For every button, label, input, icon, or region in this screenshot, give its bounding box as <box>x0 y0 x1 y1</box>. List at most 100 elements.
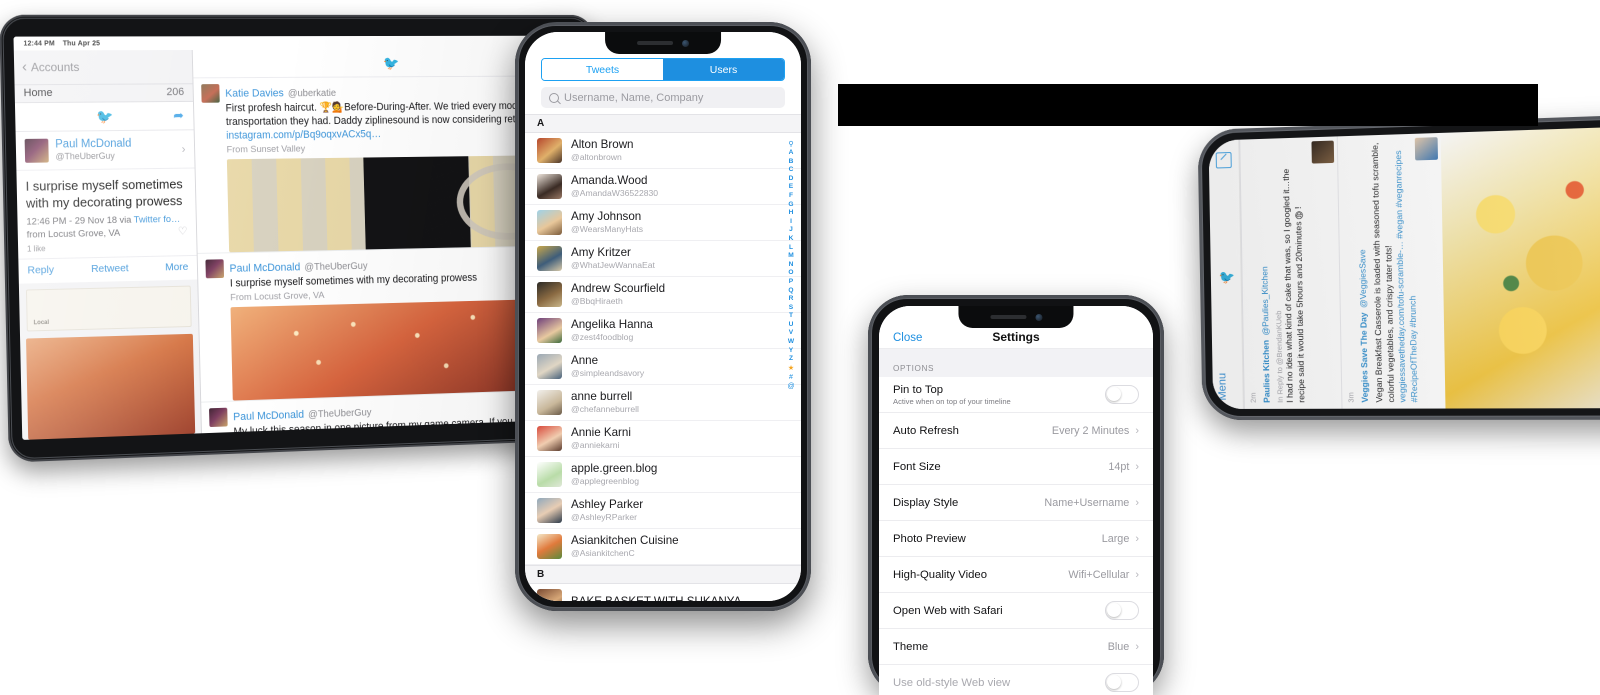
setting-row-display-style[interactable]: Display Style Name+Username › <box>879 485 1153 521</box>
index-letter[interactable]: R <box>789 295 794 304</box>
speaker-grille-icon <box>637 41 673 45</box>
index-letter[interactable]: P <box>789 278 793 287</box>
index-letter[interactable]: K <box>789 235 794 244</box>
list-item[interactable]: BAKE BASKET WITH SUKANYA <box>525 584 801 601</box>
star-icon[interactable]: ★ <box>788 364 794 373</box>
index-letter[interactable]: D <box>789 175 794 184</box>
index-letter[interactable]: H <box>789 209 794 218</box>
setting-row-theme[interactable]: Theme Blue › <box>879 629 1153 665</box>
list-item[interactable]: Ashley Parker @AshleyRParker <box>525 493 801 529</box>
compose-icon[interactable] <box>1216 152 1232 169</box>
chevron-right-icon: › <box>1135 461 1139 473</box>
detail-user-row[interactable]: Paul McDonald @TheUberGuy › <box>16 130 195 171</box>
detail-client-link[interactable]: Twitter fo… <box>134 214 181 226</box>
setting-row-font-size[interactable]: Font Size 14pt › <box>879 449 1153 485</box>
index-letter[interactable]: Q <box>788 287 793 296</box>
detail-toolbar: 🐦 ➦ <box>15 102 194 132</box>
tweet-image[interactable] <box>1441 127 1600 409</box>
setting-row-high-quality-video[interactable]: High-Quality Video Wifi+Cellular › <box>879 557 1153 593</box>
user-list[interactable]: Alton Brown @altonbrown Amanda.Wood @Amand… <box>525 133 801 565</box>
index-letter[interactable]: L <box>789 244 793 253</box>
index-letter[interactable]: M <box>788 252 794 261</box>
index-letter[interactable]: W <box>788 338 794 347</box>
tweet-row[interactable]: 3m Veggies Save The Day @VeggiesSave Veg… <box>1337 133 1446 409</box>
user-handle: @applegreenblog <box>571 476 657 487</box>
hash-icon[interactable]: # <box>789 373 793 382</box>
alphabet-index-strip[interactable]: ⚲ A B C D E F G H I J K L M N O P Q R S <box>784 140 798 391</box>
list-item[interactable]: Amanda.Wood @AmandaW36522830 <box>525 169 801 205</box>
user-handle: @zest4foodblog <box>571 332 653 343</box>
list-item[interactable]: Asiankitchen Cuisine @AsiankitchenC <box>525 529 801 565</box>
search-input[interactable]: Username, Name, Company <box>541 87 785 108</box>
detail-location-link[interactable]: Locust Grove, VA <box>48 228 120 240</box>
setting-label: Display Style <box>893 497 958 509</box>
index-letter[interactable]: A <box>789 149 794 158</box>
toggle-switch[interactable] <box>1105 385 1139 404</box>
landscape-timeline[interactable]: 🐦 Menu 2m Paulies Kitchen @Paulies_Kitch… <box>1209 122 1600 409</box>
index-letter[interactable]: F <box>789 192 793 201</box>
chevron-right-icon: › <box>1135 497 1139 509</box>
index-letter[interactable]: Y <box>789 347 793 356</box>
index-letter[interactable]: C <box>789 166 794 175</box>
list-item[interactable]: apple.green.blog @applegreenblog <box>525 457 801 493</box>
setting-row-photo-preview[interactable]: Photo Preview Large › <box>879 521 1153 557</box>
user-name: Annie Karni <box>571 426 631 439</box>
screenshot-stage: 12:44 PM Thu Apr 25 ‹ Accounts Home 206 <box>0 0 1600 650</box>
list-item[interactable]: Alton Brown @altonbrown <box>525 133 801 169</box>
tweet-row[interactable]: 2m Paulies Kitchen @Paulies_Kitchen In R… <box>1239 136 1341 409</box>
tab-tweets[interactable]: Tweets <box>542 59 663 80</box>
avatar <box>201 84 220 103</box>
index-letter[interactable]: G <box>788 201 793 210</box>
index-letter[interactable]: U <box>789 321 794 330</box>
index-letter[interactable]: E <box>789 183 793 192</box>
toggle-switch[interactable] <box>1105 601 1139 620</box>
avatar <box>537 174 562 199</box>
segmented-control[interactable]: Tweets Users <box>541 58 785 81</box>
setting-row-auto-refresh[interactable]: Auto Refresh Every 2 Minutes › <box>879 413 1153 449</box>
setting-label: High-Quality Video <box>893 569 987 581</box>
index-letter[interactable]: S <box>789 304 793 313</box>
sidebar-photo-thumbnail[interactable] <box>26 334 195 440</box>
notch <box>605 32 721 54</box>
heart-icon[interactable]: ♡ <box>178 225 188 238</box>
setting-label: Photo Preview <box>893 533 966 545</box>
setting-row-pin-to-top[interactable]: Pin to Top Active when on top of your ti… <box>879 377 1153 413</box>
list-item[interactable]: Amy Kritzer @WhatJewWannaEat <box>525 241 801 277</box>
reply-button[interactable]: Reply <box>27 264 54 277</box>
retweet-button[interactable]: Retweet <box>91 263 129 276</box>
reply-arrow-icon[interactable]: ➦ <box>173 108 184 124</box>
iphone-landscape-device: 🐦 Menu 2m Paulies Kitchen @Paulies_Kitch… <box>1198 110 1600 420</box>
list-item[interactable]: Amy Johnson @WearsManyHats <box>525 205 801 241</box>
list-item[interactable]: Andrew Scourfield @BbqHiraeth <box>525 277 801 313</box>
index-letter[interactable]: I <box>790 218 792 227</box>
index-letter[interactable]: Z <box>789 355 793 364</box>
setting-label: Auto Refresh <box>893 425 959 437</box>
index-letter[interactable]: B <box>789 158 794 167</box>
index-letter[interactable]: T <box>789 312 793 321</box>
landscape-sidebar: 🐦 Menu <box>1209 140 1244 409</box>
setting-row-open-web-safari[interactable]: Open Web with Safari <box>879 593 1153 629</box>
tweet-links[interactable]: veggiessavetheday.com/tofu-scramble-… #v… <box>1393 150 1419 402</box>
list-item[interactable]: Annie Karni @anniekarni <box>525 421 801 457</box>
compose-box[interactable]: Local <box>26 286 192 332</box>
list-item[interactable]: anne burrell @chefanneburrell <box>525 385 801 421</box>
index-letter[interactable]: O <box>788 269 793 278</box>
avatar <box>209 408 228 427</box>
sidebar-back-button[interactable]: ‹ Accounts <box>14 50 193 85</box>
redacted-headline: F <box>838 84 1538 126</box>
list-item[interactable]: Angelika Hanna @zest4foodblog <box>525 313 801 349</box>
search-icon[interactable]: ⚲ <box>788 140 793 149</box>
tab-users[interactable]: Users <box>663 59 784 80</box>
index-letter[interactable]: V <box>789 329 793 338</box>
at-icon[interactable]: @ <box>787 382 794 391</box>
sidebar-item-home[interactable]: Home 206 <box>15 84 193 104</box>
index-letter[interactable]: N <box>789 261 794 270</box>
setting-value: 14pt <box>1108 461 1129 473</box>
menu-button[interactable]: Menu <box>1216 373 1228 401</box>
more-button[interactable]: More <box>165 261 188 273</box>
index-letter[interactable]: J <box>789 226 793 235</box>
list-item[interactable]: Anne @simpleandsavory <box>525 349 801 385</box>
detail-action-bar: Reply Retweet More <box>18 255 197 284</box>
tweet-link[interactable]: instagram.com/p/Bq9oqxvACx5q… <box>226 128 381 141</box>
close-button[interactable]: Close <box>893 332 922 344</box>
